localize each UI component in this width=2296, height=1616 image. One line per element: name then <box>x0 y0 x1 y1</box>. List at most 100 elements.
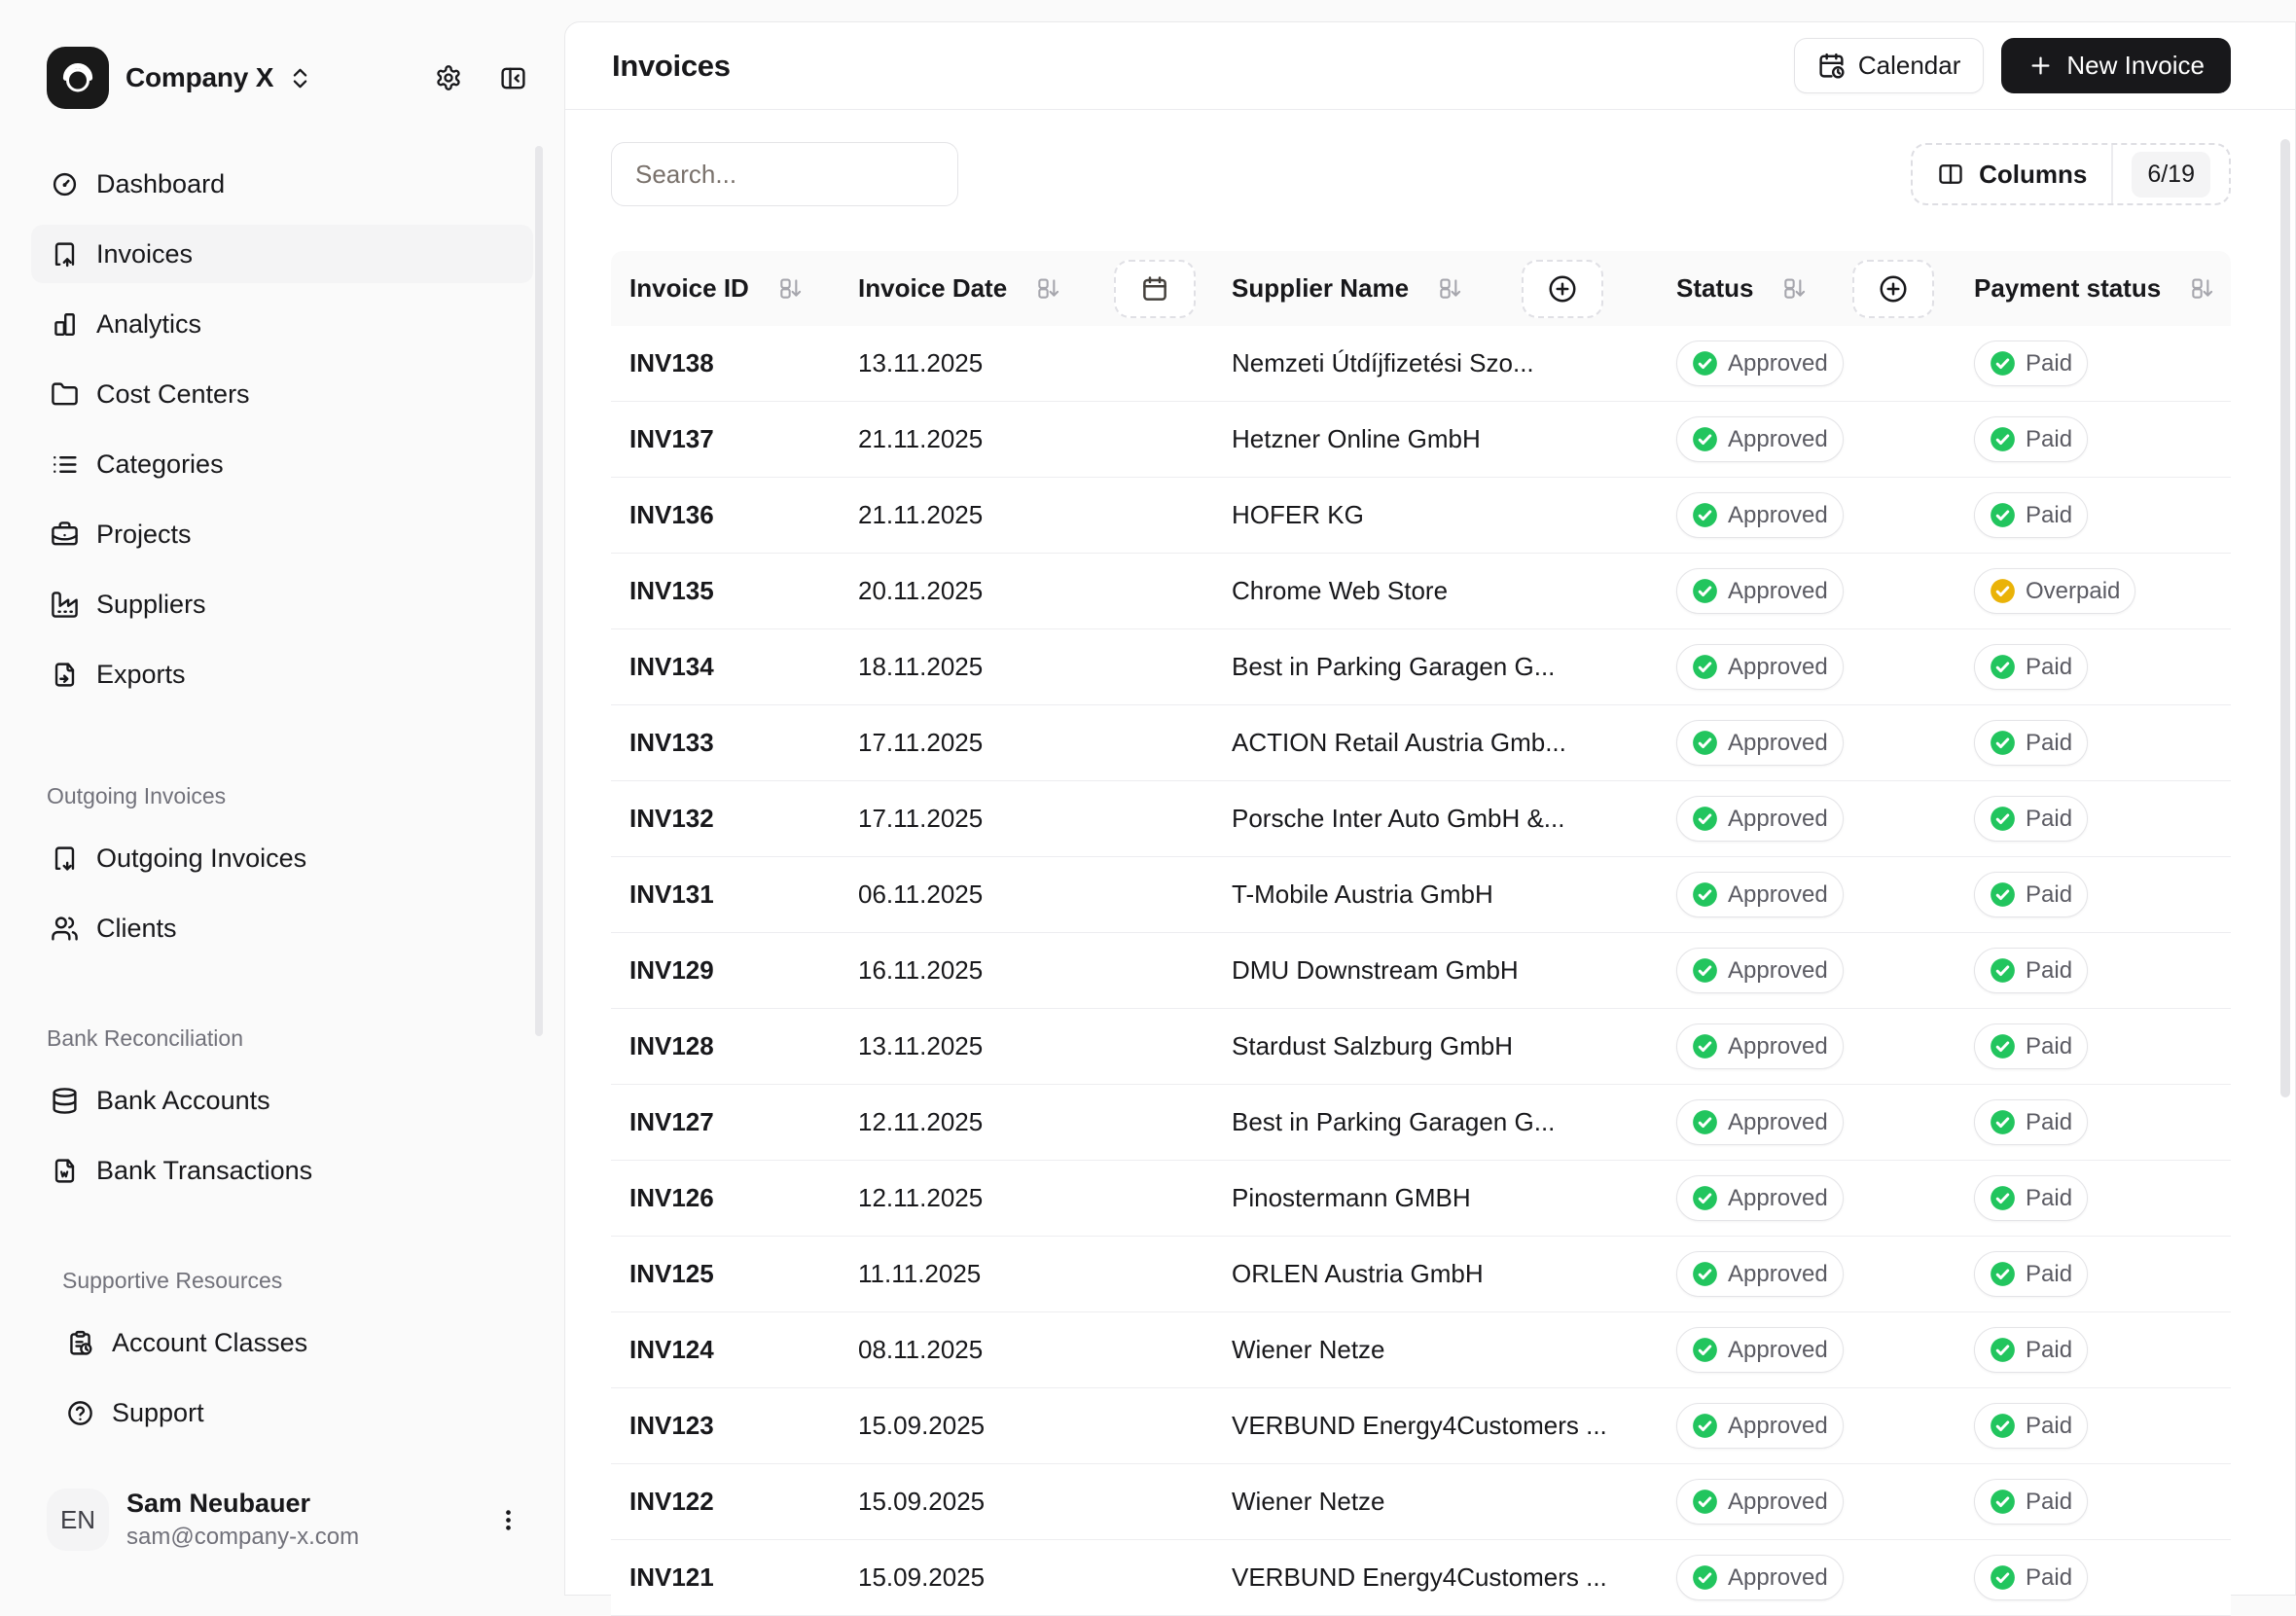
sidebar-item-projects[interactable]: Projects <box>31 505 533 563</box>
table-row[interactable]: INV124 08.11.2025 Wiener Netze Approved … <box>611 1312 2231 1388</box>
table-row[interactable]: INV121 15.09.2025 VERBUND Energy4Custome… <box>611 1540 2231 1616</box>
briefcase-icon <box>51 521 79 549</box>
cell-invoice-date: 06.11.2025 <box>839 857 1095 932</box>
payment-status-badge: Paid <box>1974 872 2088 917</box>
status-badge: Approved <box>1676 644 1844 690</box>
sort-icon[interactable] <box>1438 276 1462 301</box>
sidebar-item-support[interactable]: Support <box>31 1383 533 1442</box>
cell-supplier-name: Wiener Netze <box>1214 1312 1480 1387</box>
cell-supplier-name: VERBUND Energy4Customers ... <box>1214 1540 1480 1615</box>
cell-invoice-id: INV128 <box>611 1009 839 1084</box>
columns-icon <box>1937 161 1964 188</box>
check-circle-icon <box>1692 957 1718 984</box>
add-column-button[interactable] <box>1522 260 1603 318</box>
workspace-switcher-button[interactable] <box>285 63 315 93</box>
sidebar-item-clients[interactable]: Clients <box>31 899 533 957</box>
user-menu-button[interactable] <box>493 1505 523 1535</box>
cell-invoice-id: INV136 <box>611 478 839 553</box>
settings-button[interactable] <box>433 62 464 93</box>
table-row[interactable]: INV123 15.09.2025 VERBUND Energy4Custome… <box>611 1388 2231 1464</box>
sidebar-scrollbar[interactable] <box>535 146 543 1036</box>
sidebar-item-cost-centers[interactable]: Cost Centers <box>31 365 533 423</box>
sidebar-item-dashboard[interactable]: Dashboard <box>31 155 533 213</box>
table-row[interactable]: INV137 21.11.2025 Hetzner Online GmbH Ap… <box>611 402 2231 478</box>
cell-supplier-name: Nemzeti Útdíjfizetési Szo... <box>1214 326 1480 401</box>
sidebar-item-account-classes[interactable]: Account Classes <box>31 1313 533 1372</box>
check-circle-icon <box>1692 654 1718 680</box>
cell-supplier-name: T-Mobile Austria GmbH <box>1214 857 1480 932</box>
sidebar-item-analytics[interactable]: Analytics <box>31 295 533 353</box>
avatar: EN <box>47 1489 109 1551</box>
table-scrollbar[interactable] <box>2280 139 2290 1097</box>
collapse-sidebar-button[interactable] <box>497 62 529 94</box>
table-row[interactable]: INV131 06.11.2025 T-Mobile Austria GmbH … <box>611 857 2231 933</box>
table-row[interactable]: INV132 17.11.2025 Porsche Inter Auto Gmb… <box>611 781 2231 857</box>
help-icon <box>66 1399 94 1427</box>
cell-invoice-id: INV123 <box>611 1388 839 1463</box>
calendar-button[interactable]: Calendar <box>1794 38 1985 93</box>
table-header: Invoice ID Invoice Date Supplier Name St… <box>611 251 2231 326</box>
table-row[interactable]: INV128 13.11.2025 Stardust Salzburg GmbH… <box>611 1009 2231 1085</box>
cell-supplier-name: VERBUND Energy4Customers ... <box>1214 1388 1480 1463</box>
add-column-button[interactable] <box>1852 260 1934 318</box>
sidebar: Company X Dashboard Invoices Analytics C… <box>0 0 564 1596</box>
sidebar-item-categories[interactable]: Categories <box>31 435 533 493</box>
cell-supplier-name: Hetzner Online GmbH <box>1214 402 1480 477</box>
cell-supplier-name: Best in Parking Garagen G... <box>1214 1085 1480 1160</box>
cell-invoice-date: 17.11.2025 <box>839 705 1095 780</box>
user-profile[interactable]: EN Sam Neubauer sam@company-x.com <box>0 1489 564 1551</box>
table-row[interactable]: INV133 17.11.2025 ACTION Retail Austria … <box>611 705 2231 781</box>
columns-button[interactable]: Columns 6/19 <box>1911 143 2231 205</box>
check-circle-icon <box>1692 806 1718 832</box>
page-title: Invoices <box>612 49 731 84</box>
check-circle-icon <box>1990 578 2016 604</box>
cell-supplier-name: HOFER KG <box>1214 478 1480 553</box>
plus-circle-icon <box>1879 274 1908 304</box>
sidebar-section-heading: Outgoing Invoices <box>47 783 518 809</box>
table-row[interactable]: INV134 18.11.2025 Best in Parking Garage… <box>611 629 2231 705</box>
cell-invoice-id: INV135 <box>611 554 839 628</box>
table-row[interactable]: INV135 20.11.2025 Chrome Web Store Appro… <box>611 554 2231 629</box>
sidebar-item-suppliers[interactable]: Suppliers <box>31 575 533 633</box>
sidebar-item-invoices[interactable]: Invoices <box>31 225 533 283</box>
table-row[interactable]: INV125 11.11.2025 ORLEN Austria GmbH App… <box>611 1237 2231 1312</box>
cell-supplier-name: Best in Parking Garagen G... <box>1214 629 1480 704</box>
cell-supplier-name: ORLEN Austria GmbH <box>1214 1237 1480 1311</box>
status-badge: Approved <box>1676 796 1844 842</box>
payment-status-badge: Paid <box>1974 1403 2088 1449</box>
sort-icon[interactable] <box>1782 276 1807 301</box>
cell-supplier-name: Chrome Web Store <box>1214 554 1480 628</box>
column-header-payment-status: Payment status <box>1974 273 2161 304</box>
search-input[interactable] <box>611 142 958 206</box>
main-panel: Invoices Calendar New Invoice Columns 6/… <box>564 21 2296 1596</box>
new-invoice-button[interactable]: New Invoice <box>2001 38 2231 93</box>
sidebar-item-exports[interactable]: Exports <box>31 645 533 703</box>
status-badge: Approved <box>1676 1023 1844 1069</box>
cell-supplier-name: Stardust Salzburg GmbH <box>1214 1009 1480 1084</box>
status-badge: Approved <box>1676 948 1844 993</box>
sort-icon[interactable] <box>1036 276 1060 301</box>
sidebar-item-outgoing-invoices[interactable]: Outgoing Invoices <box>31 829 533 887</box>
table-row[interactable]: INV129 16.11.2025 DMU Downstream GmbH Ap… <box>611 933 2231 1009</box>
invoice-out-icon <box>51 844 79 873</box>
sort-icon[interactable] <box>778 276 803 301</box>
sidebar-item-bank-transactions[interactable]: Bank Transactions <box>31 1141 533 1200</box>
gauge-icon <box>51 170 79 198</box>
sidebar-item-bank-accounts[interactable]: Bank Accounts <box>31 1071 533 1130</box>
sort-icon[interactable] <box>2190 276 2214 301</box>
table-row[interactable]: INV126 12.11.2025 Pinostermann GMBH Appr… <box>611 1161 2231 1237</box>
table-row[interactable]: INV122 15.09.2025 Wiener Netze Approved … <box>611 1464 2231 1540</box>
table-row[interactable]: INV138 13.11.2025 Nemzeti Útdíjfizetési … <box>611 326 2231 402</box>
gear-icon <box>435 64 462 91</box>
table-row[interactable]: INV127 12.11.2025 Best in Parking Garage… <box>611 1085 2231 1161</box>
check-circle-icon <box>1990 1261 2016 1287</box>
company-logo-icon <box>47 47 109 109</box>
check-circle-icon <box>1990 1185 2016 1211</box>
date-filter-button[interactable] <box>1114 260 1196 318</box>
cell-supplier-name: Wiener Netze <box>1214 1464 1480 1539</box>
file-export-icon <box>51 661 79 689</box>
cell-invoice-date: 21.11.2025 <box>839 402 1095 477</box>
check-circle-icon <box>1990 730 2016 756</box>
table-row[interactable]: INV136 21.11.2025 HOFER KG Approved Paid <box>611 478 2231 554</box>
cell-invoice-date: 15.09.2025 <box>839 1388 1095 1463</box>
